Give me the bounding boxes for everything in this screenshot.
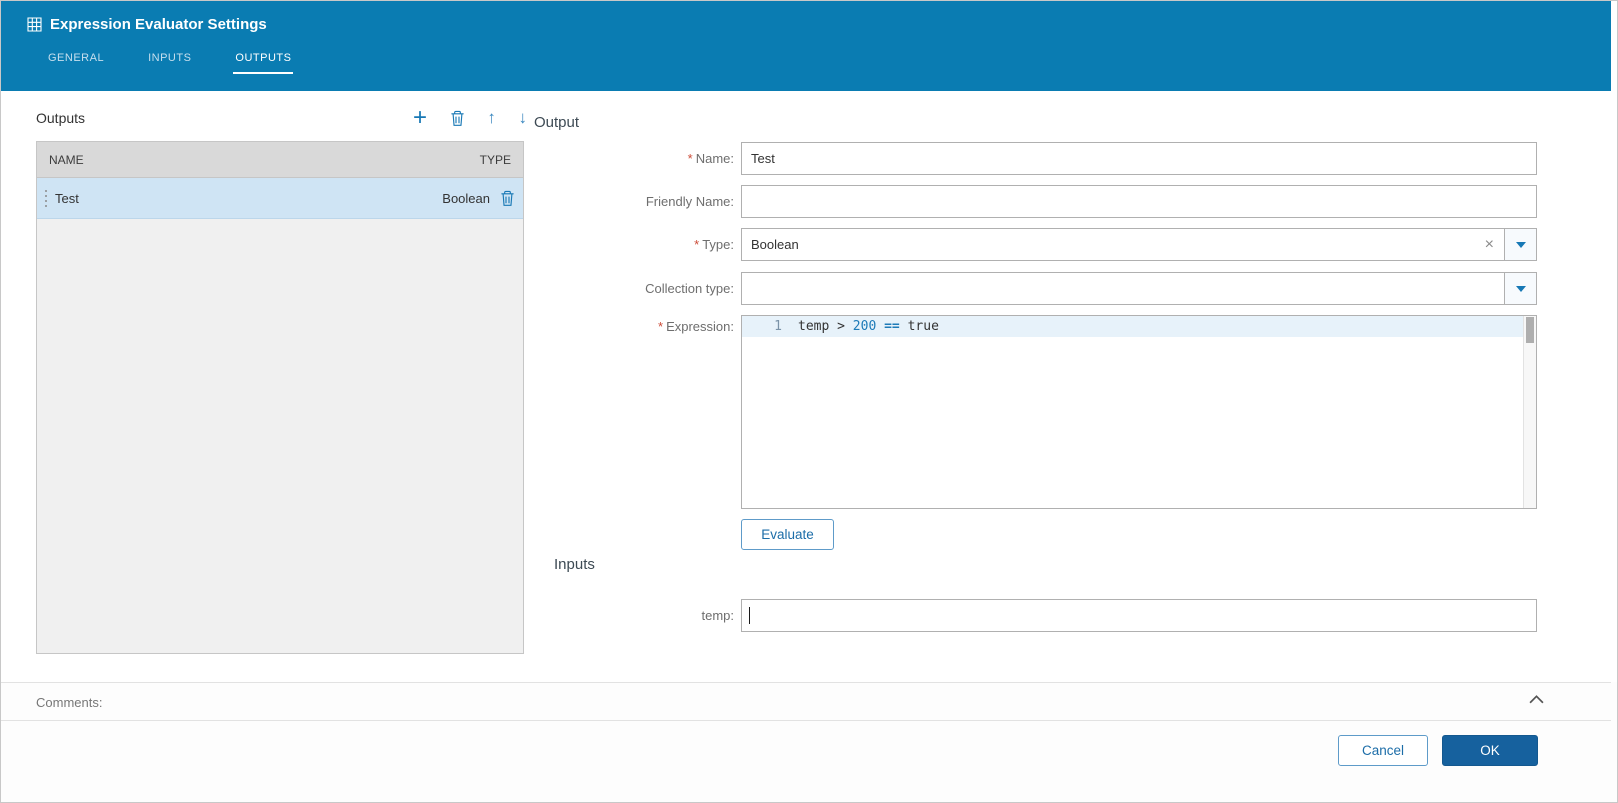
type-label-text: Type: [702, 237, 734, 252]
expression-label-text: Expression: [666, 319, 734, 334]
outputs-table: NAME TYPE Test Boolean [36, 141, 524, 654]
expression-label: * Expression: [494, 319, 734, 334]
editor-scrollbar-thumb[interactable] [1526, 317, 1534, 343]
expression-required-asterisk: * [658, 319, 664, 334]
ok-button[interactable]: OK [1442, 735, 1538, 766]
grid-icon [27, 17, 42, 32]
comments-label: Comments: [36, 695, 103, 710]
arrow-up-icon: ↑ [487, 108, 496, 127]
cancel-button[interactable]: Cancel [1338, 735, 1428, 766]
plus-icon: + [413, 104, 428, 131]
outputs-table-header: NAME TYPE [37, 142, 523, 178]
expression-evaluator-settings-window: Expression Evaluator Settings GENERAL IN… [0, 0, 1618, 803]
editor-line: 1 temp > 200 == true [742, 316, 1536, 337]
collapse-comments-button[interactable] [1529, 695, 1544, 704]
move-down-button[interactable]: ↓ [518, 108, 527, 128]
column-header-name: NAME [49, 152, 84, 167]
output-row-type: Boolean [442, 190, 490, 206]
type-required-asterisk: * [694, 237, 700, 252]
line-number: 1 [774, 319, 782, 334]
collection-type-label-text: Collection type: [645, 281, 734, 296]
temp-input[interactable] [741, 599, 1537, 632]
name-input[interactable] [741, 142, 1537, 175]
outputs-panel-title: Outputs [36, 110, 86, 126]
output-row-name: Test [55, 190, 79, 206]
expression-code: temp > 200 == true [798, 319, 939, 334]
drag-handle-icon[interactable] [41, 188, 51, 208]
title-row: Expression Evaluator Settings [27, 16, 267, 33]
tab-general[interactable]: GENERAL [46, 48, 106, 74]
tab-inputs[interactable]: INPUTS [146, 48, 193, 74]
friendly-name-input[interactable] [741, 185, 1537, 218]
chevron-down-icon [1515, 285, 1526, 292]
name-label: * Name: [494, 151, 734, 166]
window-header: Expression Evaluator Settings GENERAL IN… [1, 1, 1611, 91]
divider [1, 720, 1611, 721]
trash-icon [450, 110, 465, 127]
collection-type-dropdown-button[interactable] [1504, 273, 1536, 304]
text-cursor [749, 607, 750, 624]
chevron-down-icon [1515, 241, 1526, 248]
collection-type-select[interactable] [741, 272, 1537, 305]
collection-type-label: Collection type: [494, 281, 734, 296]
temp-label: temp: [494, 608, 734, 623]
tab-bar: GENERAL INPUTS OUTPUTS [46, 48, 294, 74]
name-required-asterisk: * [687, 151, 693, 166]
window-title: Expression Evaluator Settings [50, 16, 267, 33]
add-output-button[interactable]: + [413, 104, 428, 131]
editor-scrollbar[interactable] [1523, 316, 1536, 508]
temp-label-text: temp: [701, 608, 734, 623]
name-label-text: Name: [695, 151, 734, 166]
type-select-value: Boolean [751, 237, 799, 252]
friendly-name-label: Friendly Name: [494, 194, 734, 209]
outputs-toolbar: + ↑ ↓ [413, 104, 527, 132]
type-dropdown-button[interactable] [1504, 229, 1536, 260]
evaluate-button[interactable]: Evaluate [741, 519, 834, 550]
output-section-title: Output [534, 114, 580, 131]
type-label: * Type: [494, 237, 734, 252]
tab-outputs[interactable]: OUTPUTS [233, 48, 294, 74]
chevron-up-icon [1529, 695, 1544, 704]
arrow-down-icon: ↓ [518, 108, 527, 127]
divider [1, 682, 1611, 683]
clear-icon[interactable]: × [1475, 236, 1504, 253]
friendly-name-label-text: Friendly Name: [645, 194, 734, 209]
move-up-button[interactable]: ↑ [487, 108, 496, 128]
output-row[interactable]: Test Boolean [37, 178, 523, 219]
expression-editor[interactable]: 1 temp > 200 == true [741, 315, 1537, 509]
type-select[interactable]: Boolean × [741, 228, 1537, 261]
inputs-section-title: Inputs [554, 556, 595, 573]
delete-output-button[interactable] [450, 110, 465, 127]
